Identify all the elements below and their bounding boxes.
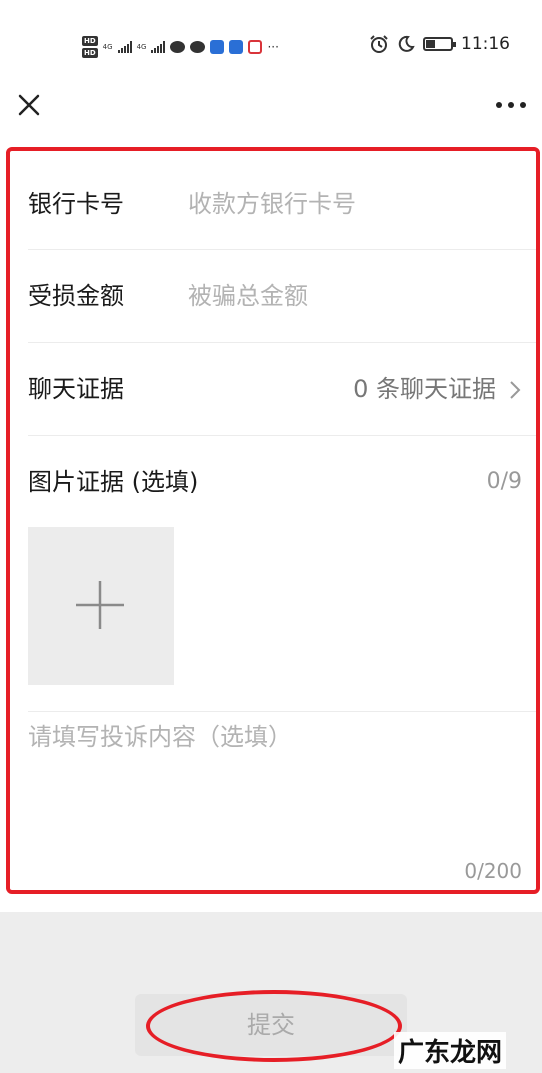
chevron-right-icon [510, 381, 521, 399]
signal-icon [151, 41, 166, 53]
network-type-label: 4G [136, 43, 147, 51]
bank-card-input[interactable]: 收款方银行卡号 [188, 158, 356, 250]
image-evidence-header: 图片证据 (选填) 0/9 [10, 435, 536, 529]
chat-evidence-row[interactable]: 聊天证据 0 条聊天证据 [10, 343, 536, 435]
status-bar: HD HD 4G 4G ··· 11:16 [0, 0, 542, 78]
status-icons-right: 11:16 [369, 34, 510, 54]
app-notification-icon [210, 40, 225, 54]
complaint-char-count: 0/200 [464, 859, 522, 883]
more-horizontal-icon[interactable] [494, 90, 528, 120]
app-notification-icon [229, 40, 244, 54]
complaint-form: 银行卡号 收款方银行卡号 受损金额 被骗总金额 聊天证据 0 条聊天证据 图片证… [6, 147, 540, 894]
hd-icon: HD [82, 48, 98, 58]
status-icons-left: HD HD 4G 4G ··· [82, 30, 279, 64]
image-evidence-label: 图片证据 (选填) [28, 468, 199, 496]
battery-icon [423, 37, 456, 51]
bank-card-field[interactable]: 银行卡号 收款方银行卡号 [10, 158, 536, 250]
amount-input[interactable]: 被骗总金额 [188, 250, 308, 342]
watermark: 广东龙网 [393, 1032, 506, 1069]
close-icon[interactable] [14, 90, 44, 120]
signal-icon [117, 41, 132, 53]
amount-field[interactable]: 受损金额 被骗总金额 [10, 250, 536, 342]
do-not-disturb-icon [398, 35, 415, 52]
alarm-icon [370, 35, 388, 53]
complaint-textarea[interactable]: 请填写投诉内容（选填） [28, 717, 518, 857]
bank-card-label: 银行卡号 [28, 190, 124, 218]
bottom-bar: 提交 广东龙网 [0, 912, 542, 1073]
hd-icon: HD [82, 36, 98, 46]
wechat-icon [170, 41, 186, 53]
more-notifications-icon: ··· [267, 40, 279, 54]
complaint-placeholder: 请填写投诉内容（选填） [28, 723, 292, 751]
plus-icon [76, 581, 124, 629]
message-icon [190, 41, 206, 53]
divider [28, 711, 536, 712]
amount-label: 受损金额 [28, 282, 124, 310]
add-photo-button[interactable] [28, 527, 174, 685]
app-notification-icon [248, 40, 263, 54]
navigation-bar [0, 78, 542, 140]
hd-indicator: HD HD [82, 36, 98, 58]
image-evidence-count: 0/9 [486, 469, 522, 494]
clock-time: 11:16 [461, 34, 510, 54]
chat-evidence-label: 聊天证据 [28, 375, 124, 403]
network-type-label: 4G [102, 43, 113, 51]
submit-button[interactable]: 提交 [135, 994, 407, 1056]
chat-evidence-count: 0 条聊天证据 [353, 375, 496, 403]
